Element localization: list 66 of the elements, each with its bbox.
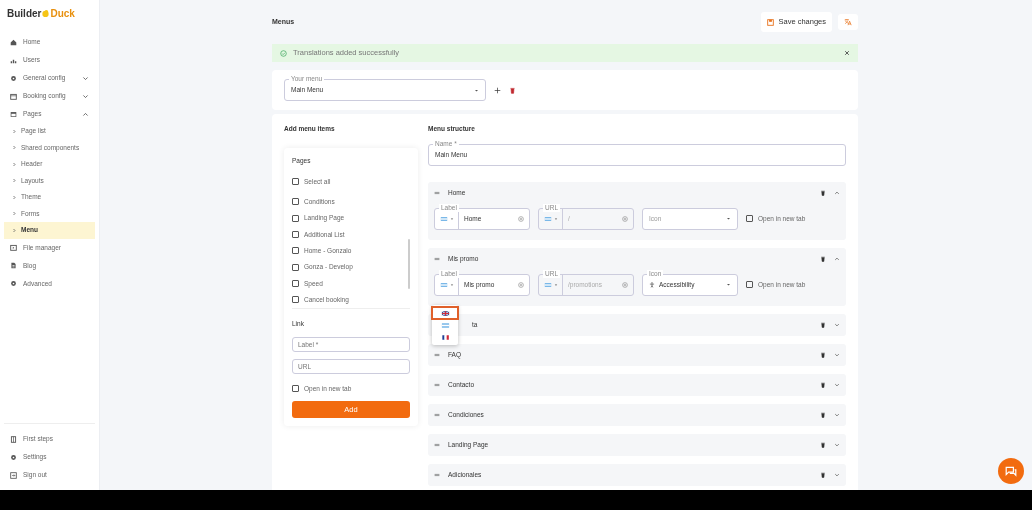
settings-icon <box>10 453 17 461</box>
scrollbar[interactable] <box>408 238 410 289</box>
add-icon <box>494 86 501 94</box>
checkbox[interactable] <box>292 231 299 239</box>
caret-icon <box>12 194 17 200</box>
add-circle-icon <box>518 215 524 222</box>
home-icon <box>10 38 17 46</box>
checkbox[interactable] <box>292 296 299 304</box>
document-icon <box>10 262 17 269</box>
settings-icon <box>10 280 17 287</box>
caret-icon <box>12 211 17 217</box>
window-icon <box>10 110 17 118</box>
check-circle-icon <box>280 49 287 57</box>
checkbox[interactable] <box>746 215 753 223</box>
close-button[interactable] <box>844 50 850 56</box>
save-icon <box>767 18 775 26</box>
checkbox[interactable] <box>292 385 299 393</box>
caret-icon <box>12 128 17 134</box>
accessibility-icon <box>649 281 655 288</box>
close-icon <box>844 50 850 56</box>
duck-icon <box>41 9 51 18</box>
france-flag-icon <box>440 332 450 342</box>
caret-icon <box>12 161 17 167</box>
add-circle-icon <box>518 281 524 288</box>
drag-handle-icon <box>434 351 440 358</box>
sign-out-icon <box>10 471 17 479</box>
trash-icon <box>820 411 826 418</box>
checkbox[interactable] <box>292 279 299 287</box>
drag-handle-icon <box>434 189 440 196</box>
drag-handle-icon <box>434 441 440 448</box>
flag-icon <box>440 320 450 330</box>
add-circle-icon <box>622 215 628 222</box>
dropdown-icon <box>726 216 731 222</box>
folder-icon <box>10 244 17 251</box>
trash-icon <box>820 351 826 358</box>
trash-icon <box>820 441 826 448</box>
uk-flag-icon <box>440 308 450 318</box>
caret-icon <box>12 227 17 233</box>
dropdown-icon <box>474 87 479 93</box>
trash-icon <box>509 86 516 94</box>
checkbox[interactable] <box>746 281 753 289</box>
drag-handle-icon <box>434 471 440 478</box>
drag-handle-icon <box>434 255 440 262</box>
book-icon <box>10 435 17 443</box>
dropdown-icon <box>726 282 731 288</box>
chat-icon <box>1005 465 1017 477</box>
drag-handle-icon <box>434 381 440 388</box>
translate-icon <box>844 18 852 26</box>
settings-icon <box>10 74 17 82</box>
drag-handle-icon <box>434 411 440 418</box>
checkbox[interactable] <box>292 214 299 222</box>
calendar-icon <box>10 92 17 100</box>
trash-icon <box>820 255 826 262</box>
caret-icon <box>12 145 17 151</box>
trash-icon <box>820 321 826 328</box>
trash-icon <box>820 471 826 478</box>
language-option[interactable] <box>432 307 458 319</box>
checkbox[interactable] <box>292 263 299 271</box>
add-circle-icon <box>622 281 628 288</box>
checkbox[interactable] <box>292 198 299 206</box>
checkbox[interactable] <box>292 178 299 186</box>
trash-icon <box>820 189 826 196</box>
logo: Builder Duck <box>6 7 76 21</box>
caret-icon <box>12 178 17 184</box>
trash-icon <box>820 381 826 388</box>
checkbox[interactable] <box>292 247 299 255</box>
